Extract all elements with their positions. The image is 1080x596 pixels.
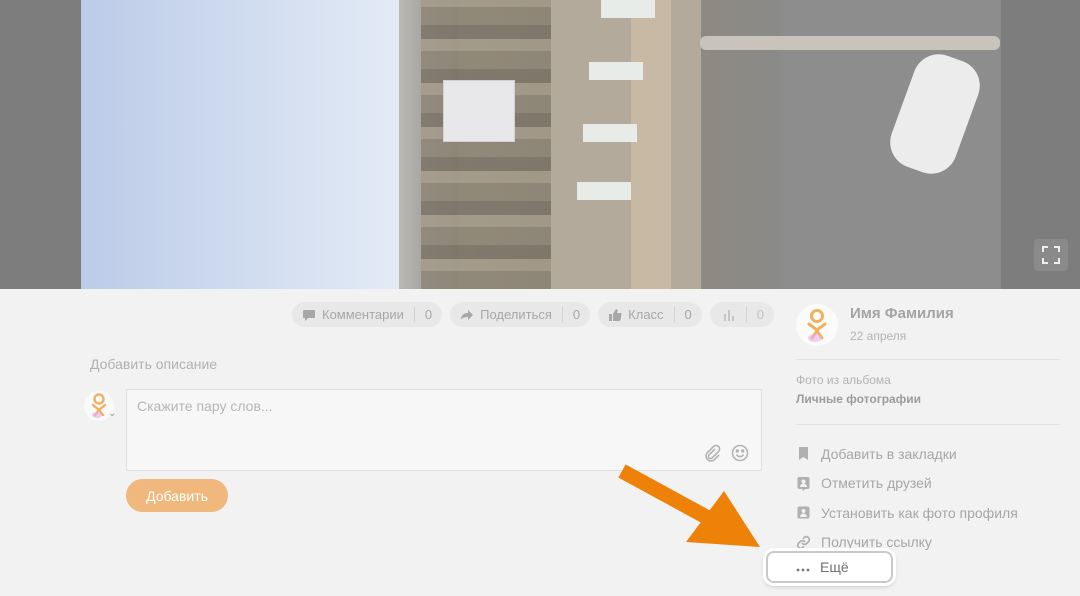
divider <box>796 424 1060 425</box>
comment-icon <box>302 308 316 322</box>
menu-item-tag-friends[interactable]: Отметить друзей <box>796 469 1018 499</box>
share-label: Поделиться <box>480 307 552 322</box>
menu-item-label: Отметить друзей <box>821 475 932 492</box>
more-button[interactable]: Ещё <box>766 551 893 583</box>
album-caption: Фото из альбома <box>796 373 891 387</box>
fullscreen-icon <box>1042 246 1060 264</box>
like-button[interactable]: Класс 0 <box>598 302 702 327</box>
comments-count: 0 <box>424 307 433 322</box>
photo-menu: Добавить в закладки Отметить друзей Уста… <box>796 439 1018 557</box>
menu-item-bookmark[interactable]: Добавить в закладки <box>796 439 1018 469</box>
bookmark-icon <box>796 446 811 461</box>
menu-item-label: Добавить в закладки <box>821 445 957 462</box>
profile-photo-icon <box>796 505 811 520</box>
owner-avatar[interactable] <box>796 304 838 346</box>
add-description-link[interactable]: Добавить описание <box>90 356 217 372</box>
like-icon <box>608 308 622 322</box>
comments-label: Комментарии <box>322 307 404 322</box>
stats-button[interactable]: 0 <box>709 302 775 327</box>
divider <box>796 359 1060 360</box>
stats-count: 0 <box>756 307 765 322</box>
add-comment-button[interactable]: Добавить <box>126 479 228 512</box>
share-count: 0 <box>572 307 581 322</box>
album-link[interactable]: Личные фотографии <box>796 392 921 406</box>
menu-item-label: Установить как фото профиля <box>821 504 1018 521</box>
link-icon <box>796 535 811 550</box>
photo[interactable] <box>81 0 1001 289</box>
comment-input[interactable] <box>127 390 747 446</box>
menu-item-label: Получить ссылку <box>821 534 932 551</box>
fullscreen-button[interactable] <box>1034 239 1068 271</box>
like-count: 0 <box>684 307 692 322</box>
more-label: Ещё <box>820 559 849 575</box>
tag-friends-icon <box>796 476 811 491</box>
share-icon <box>460 308 474 322</box>
comments-button[interactable]: Комментарии 0 <box>292 302 443 327</box>
share-button[interactable]: Поделиться 0 <box>450 302 591 327</box>
owner-name[interactable]: Имя Фамилия <box>850 305 954 322</box>
like-label: Класс <box>628 307 664 322</box>
menu-item-set-profile-photo[interactable]: Установить как фото профиля <box>796 498 1018 528</box>
stats-icon <box>722 308 736 322</box>
pointer-arrow-icon <box>600 455 770 560</box>
dots-icon <box>796 559 810 575</box>
photo-actions: Комментарии 0 Поделиться 0 Класс 0 0 <box>292 302 775 327</box>
chevron-down-icon[interactable]: ⌄ <box>108 408 116 419</box>
photo-viewer <box>0 0 1080 289</box>
photo-date: 22 апреля <box>850 329 907 343</box>
